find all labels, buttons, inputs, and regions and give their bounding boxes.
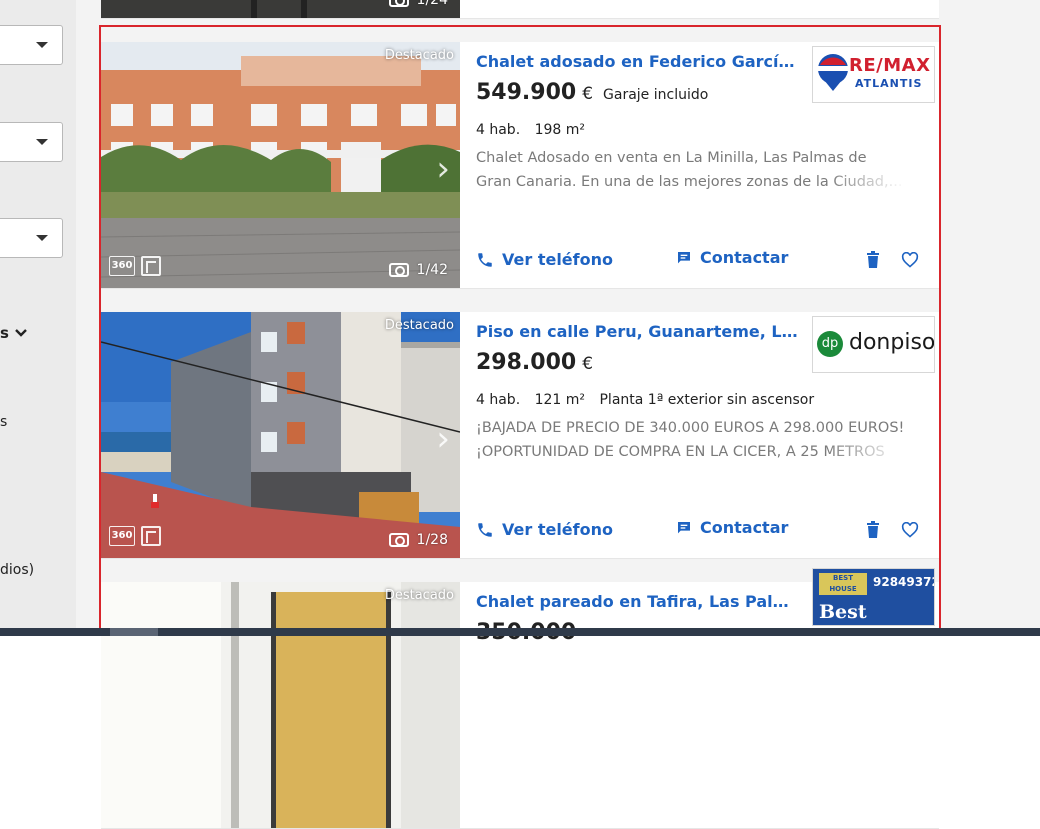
listing-description[interactable]: Chalet Adosado en venta en La Minilla, L… [476,146,906,194]
price-row: 298.000 € [476,350,597,375]
phone-icon [478,522,492,537]
rooms: 4 hab. [476,122,521,138]
listing-title[interactable]: Chalet pareado en Tafira, Las Palmas de … [476,592,801,611]
sidebar-item[interactable]: s [0,414,7,430]
agency-mini-logo: BEST HOUSE [819,573,867,595]
filter-select-2[interactable] [0,122,63,162]
listing-photo[interactable]: 1/24 [101,0,460,18]
view-phone-button[interactable]: Ver teléfono [476,250,613,269]
price-row: 549.900 € Garaje incluido [476,80,708,105]
filter-select-3[interactable] [0,218,63,258]
chevron-down-icon [36,139,48,145]
more-filters-label: s [0,324,9,342]
heart-icon [901,251,919,268]
balloon-logo-icon [818,54,848,91]
message-icon [678,521,690,533]
listing-title[interactable]: Piso en calle Peru, Guanarteme, Las Palm… [476,322,801,341]
chevron-down-icon [15,329,28,337]
price-extra: Garaje incluido [603,87,709,103]
listing-card[interactable]: Destacado › 360 1/42 Chalet adosado en F… [101,42,939,289]
photo-counter: 1/42 [388,262,448,278]
more-filters-toggle[interactable]: s [0,324,28,342]
camera-icon [388,263,409,277]
featured-badge: Destacado [384,588,454,603]
view-360-icon[interactable]: 360 [109,256,135,276]
favorite-button[interactable] [901,251,919,272]
currency: € [582,84,594,104]
listing-card-partial[interactable]: 1/24 [101,0,939,19]
featured-badge: Destacado [384,318,454,333]
filters-sidebar: s s dios) [0,0,76,630]
scrollbar-thumb[interactable] [110,628,158,636]
floor-plan-icon[interactable] [141,526,161,546]
agency-badge: dp [817,331,843,357]
listing-card[interactable]: Destacado Chalet pareado en Tafira, Las … [101,568,939,829]
area: 121 m² [534,392,586,408]
trash-icon [867,521,879,538]
horizontal-scrollbar[interactable] [0,628,1040,636]
contact-button[interactable]: Contactar [676,518,788,537]
listing-title[interactable]: Chalet adosado en Federico García Lorca [476,52,801,71]
agency-subname: ATLANTIS [855,77,923,90]
featured-badge: Destacado [384,48,454,63]
agency-name: donpiso [849,330,935,355]
discard-button[interactable] [866,521,880,543]
next-photo-icon[interactable]: › [436,152,450,186]
camera-icon [388,0,409,7]
listing-photo[interactable]: Destacado › 360 1/28 [101,312,460,558]
listing-details: 4 hab. 198 m² [476,122,595,138]
rooms: 4 hab. [476,392,521,408]
agency-logo[interactable]: dp donpiso [812,316,935,373]
area: 198 m² [534,122,586,138]
phone-icon [478,252,492,267]
house-photo [101,42,460,288]
currency: € [582,354,594,374]
contact-button[interactable]: Contactar [676,248,788,267]
view-360-icon[interactable]: 360 [109,526,135,546]
agency-name: RE/MAX [849,55,931,76]
favorite-button[interactable] [901,521,919,542]
camera-icon [388,533,409,547]
agency-name: Best House [819,601,886,625]
listing-description[interactable]: ¡BAJADA DE PRECIO DE 340.000 EUROS A 298… [476,416,906,464]
listing-actions: Ver teléfono Contactar [476,248,921,276]
house-photo [101,582,460,828]
street-photo [101,312,460,558]
photo-counter: 1/28 [388,532,448,548]
listing-details: 4 hab. 121 m² Planta 1ª exterior sin asc… [476,392,824,408]
sidebar-item[interactable]: dios) [0,562,34,578]
agency-logo[interactable]: RE/MAX ATLANTIS [812,46,935,103]
chevron-down-icon [36,235,48,241]
listing-photo[interactable]: Destacado [101,582,460,828]
floor-info: Planta 1ª exterior sin ascensor [599,392,815,408]
heart-icon [901,521,919,538]
message-icon [678,251,690,263]
listing-price: 298.000 [476,350,577,375]
chevron-down-icon [36,42,48,48]
listing-actions: Ver teléfono Contactar [476,518,921,546]
agency-logo[interactable]: BEST HOUSE 928493720 Best House [812,568,935,626]
filter-select-1[interactable] [0,25,63,65]
trash-icon [867,251,879,268]
listing-price: 549.900 [476,80,577,105]
view-phone-button[interactable]: Ver teléfono [476,520,613,539]
next-photo-icon[interactable]: › [436,422,450,456]
discard-button[interactable] [866,251,880,273]
photo-counter: 1/24 [388,0,448,8]
listing-card[interactable]: Destacado › 360 1/28 Piso en calle Peru,… [101,312,939,559]
floor-plan-icon[interactable] [141,256,161,276]
agency-phone: 928493720 [873,575,934,589]
listing-photo[interactable]: Destacado › 360 1/42 [101,42,460,288]
